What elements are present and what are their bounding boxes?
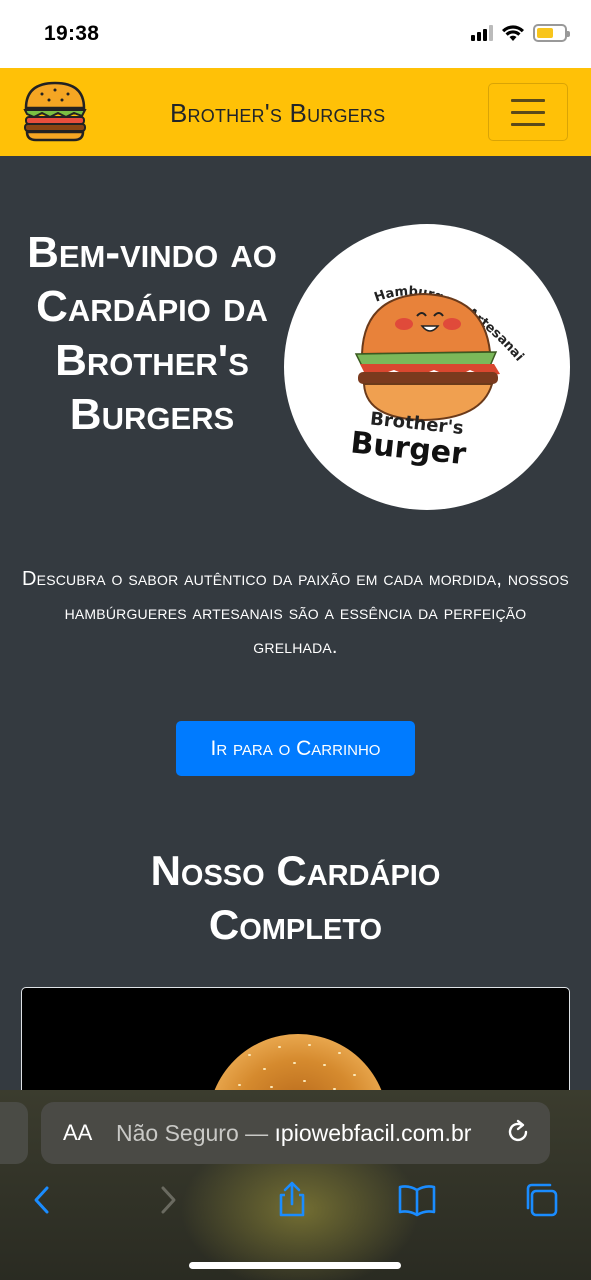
url-text[interactable]: Não Seguro — ıpiowebfacil.com.br [116,1120,471,1147]
battery-icon [533,24,570,42]
menu-item-card[interactable] [21,987,570,1107]
home-indicator[interactable] [189,1262,401,1269]
status-icons [471,24,570,42]
hero-title: Bem-vindo ao Cardápio da Brother's Burge… [27,228,277,439]
bookmarks-icon[interactable] [397,1180,437,1220]
hamburger-menu-icon [511,98,545,102]
burger-mascot-image: Hamburgers Artesanais! Brother's Burger [280,213,526,472]
reload-icon[interactable] [504,1118,532,1146]
tabs-icon[interactable] [522,1180,562,1220]
brand-name[interactable]: Brother's Burgers [170,98,385,129]
wifi-icon [502,25,524,41]
address-bar[interactable]: AA Não Seguro — ıpiowebfacil.com.br [41,1102,550,1164]
burger-icon[interactable] [22,80,88,142]
menu-section-title: Nosso Cardápio Completo [150,847,441,948]
back-icon[interactable] [22,1180,62,1220]
forward-icon[interactable] [148,1180,188,1220]
status-time: 19:38 [44,22,100,45]
brand-logo: Hamburgers Artesanais! Brother's Burger [280,213,570,510]
previous-tab-preview[interactable] [0,1102,28,1164]
browser-toolbar: AA Não Seguro — ıpiowebfacil.com.br [0,1090,591,1280]
go-to-cart-button[interactable]: Ir para o Carrinho [176,721,415,776]
navbar: Brother's Burgers [0,68,591,156]
menu-toggle-button[interactable] [488,83,568,141]
hero-description: Descubra o sabor autêntico da paixão em … [22,568,569,658]
cellular-signal-icon [471,25,493,41]
share-icon[interactable] [272,1180,312,1220]
status-bar: 19:38 [0,0,591,68]
reader-options-button[interactable]: AA [63,1120,92,1146]
